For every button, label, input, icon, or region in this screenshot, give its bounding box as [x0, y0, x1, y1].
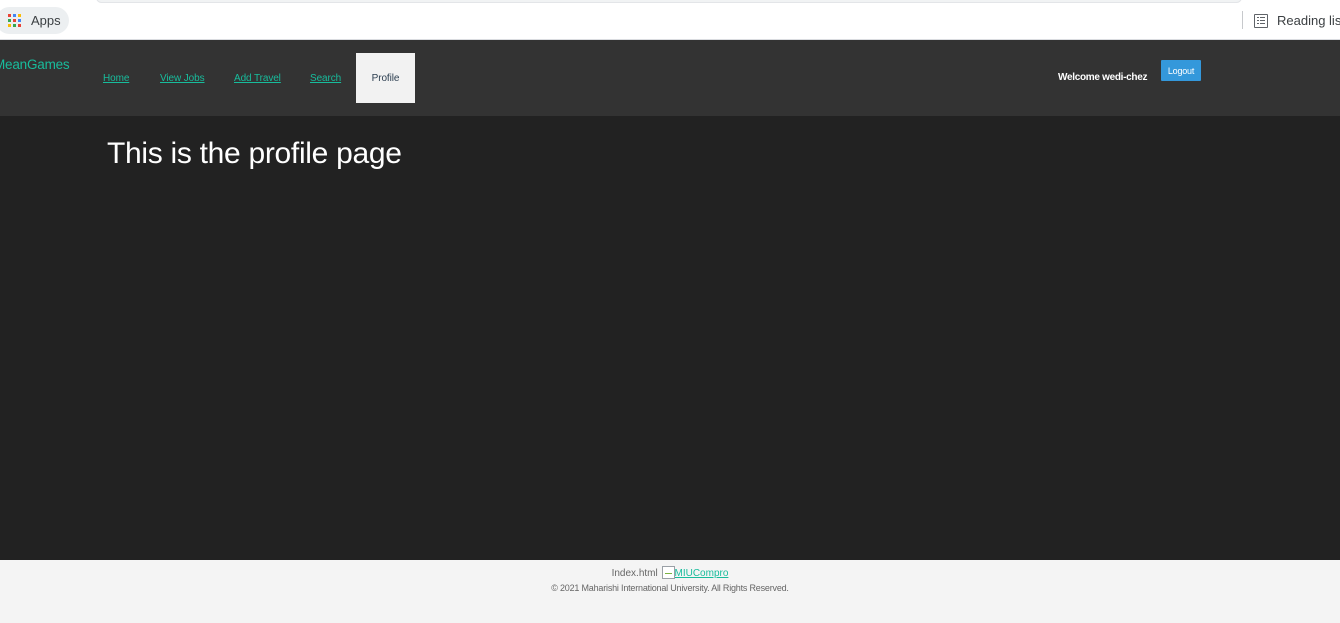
nav-link-home[interactable]: Home: [103, 73, 129, 84]
welcome-text: Welcome wedi-chez: [1058, 72, 1148, 83]
footer: Index.html MIUCompro © 2021 Maharishi In…: [0, 560, 1340, 623]
apps-label: Apps: [31, 13, 61, 28]
broken-image-icon: [661, 566, 675, 579]
reading-list-icon: [1254, 13, 1268, 28]
main-content: This is the profile page: [0, 116, 1340, 560]
reading-list-button[interactable]: Reading list: [1254, 11, 1340, 30]
nav-link-view-jobs[interactable]: View Jobs: [160, 73, 205, 84]
address-bar[interactable]: [96, 0, 1242, 3]
bookmarks-divider: [1242, 11, 1243, 29]
page-title: This is the profile page: [107, 137, 402, 170]
miucompro-link[interactable]: MIUCompro: [661, 566, 729, 579]
brand-link[interactable]: MeanGames: [0, 57, 70, 72]
navbar: MeanGames Home View Jobs Add Travel Sear…: [0, 40, 1340, 116]
reading-list-label: Reading list: [1277, 13, 1340, 28]
nav-link-profile[interactable]: Profile: [356, 53, 415, 103]
logout-button[interactable]: Logout: [1161, 60, 1201, 81]
nav-link-search[interactable]: Search: [310, 73, 341, 84]
apps-grid-icon: [8, 13, 22, 28]
footer-index-text: Index.html: [611, 568, 658, 579]
footer-copyright: © 2021 Maharishi International Universit…: [551, 583, 789, 593]
bookmarks-bar: Apps Reading list: [0, 0, 1340, 40]
miucompro-alt-text: MIUCompro: [674, 568, 729, 579]
nav-link-add-travel[interactable]: Add Travel: [234, 73, 281, 84]
footer-links-row: Index.html MIUCompro: [0, 566, 1340, 579]
nav-link-profile-label: Profile: [371, 72, 400, 84]
apps-shortcut[interactable]: Apps: [0, 7, 69, 34]
